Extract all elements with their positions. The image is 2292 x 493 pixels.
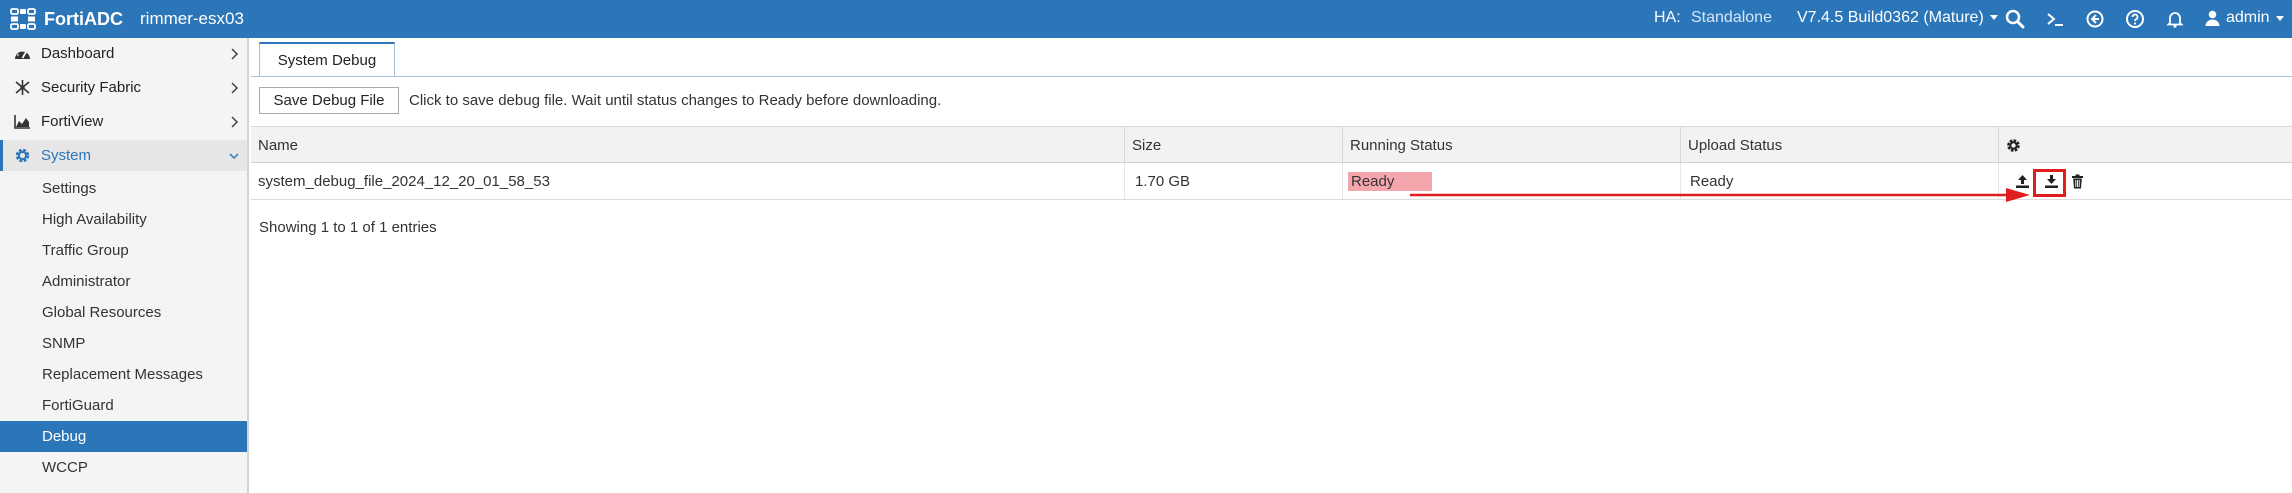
chevron-down-icon bbox=[229, 149, 239, 161]
sidebar-item-system[interactable]: System bbox=[0, 140, 247, 171]
column-header-name[interactable]: Name bbox=[251, 127, 1125, 163]
sidebar-subitem-global-resources[interactable]: Global Resources bbox=[0, 297, 247, 328]
hostname-label: rimmer-esx03 bbox=[140, 9, 244, 28]
sidebar-subitem-label: Global Resources bbox=[42, 304, 162, 321]
sidebar-item-dashboard[interactable]: Dashboard bbox=[0, 38, 247, 69]
column-header-upload-status[interactable]: Upload Status bbox=[1681, 127, 1999, 163]
sidebar-subitem-label: SNMP bbox=[42, 335, 86, 352]
sidebar-item-label: Dashboard bbox=[41, 45, 115, 62]
search-icon[interactable] bbox=[2003, 7, 2027, 31]
caret-down-icon bbox=[1989, 15, 1998, 21]
sidebar: Dashboard Security Fabric FortiView Syst… bbox=[0, 38, 249, 493]
save-hint-text: Click to save debug file. Wait until sta… bbox=[409, 92, 942, 109]
cell-name: system_debug_file_2024_12_20_01_58_53 bbox=[251, 163, 1125, 199]
sidebar-item-label: System bbox=[41, 147, 92, 164]
sidebar-item-label: FortiView bbox=[41, 113, 104, 130]
caret-down-icon bbox=[2275, 15, 2284, 21]
tab-divider bbox=[251, 76, 2292, 77]
sidebar-subitem-label: FortiGuard bbox=[42, 397, 114, 414]
security-fabric-icon bbox=[14, 80, 31, 95]
sidebar-subitem-label: WCCP bbox=[42, 459, 88, 476]
sidebar-subitem-wccp[interactable]: WCCP bbox=[0, 452, 247, 483]
version-label: V7.4.5 Build0362 (Mature) bbox=[1797, 9, 1984, 26]
user-icon bbox=[2205, 10, 2220, 26]
cli-console-icon[interactable] bbox=[2043, 7, 2067, 31]
sidebar-subitem-fortiguard[interactable]: FortiGuard bbox=[0, 390, 247, 421]
sidebar-subitem-replacement-messages[interactable]: Replacement Messages bbox=[0, 359, 247, 390]
delete-trash-icon[interactable] bbox=[2068, 172, 2086, 190]
ha-mode-link[interactable]: Standalone bbox=[1691, 9, 1772, 27]
sidebar-item-label: Security Fabric bbox=[41, 79, 142, 96]
column-settings-gear-icon[interactable] bbox=[1999, 127, 2292, 163]
column-header-running-status[interactable]: Running Status bbox=[1343, 127, 1681, 163]
gear-icon bbox=[14, 148, 31, 163]
save-debug-file-button[interactable]: Save Debug File bbox=[259, 87, 399, 114]
sidebar-subitem-label: Replacement Messages bbox=[42, 366, 203, 383]
sidebar-subitem-label: Settings bbox=[42, 180, 97, 197]
sidebar-item-security-fabric[interactable]: Security Fabric bbox=[0, 72, 247, 103]
sidebar-subitem-administrator[interactable]: Administrator bbox=[0, 266, 247, 297]
column-header-size[interactable]: Size bbox=[1125, 127, 1343, 163]
sidebar-subitem-high-availability[interactable]: High Availability bbox=[0, 204, 247, 235]
sidebar-subitem-debug[interactable]: Debug bbox=[0, 421, 247, 452]
fortinet-logo-icon[interactable] bbox=[10, 8, 36, 30]
sidebar-subitem-label: Administrator bbox=[42, 273, 131, 290]
notification-bell-icon[interactable] bbox=[2163, 7, 2187, 31]
cell-size: 1.70 GB bbox=[1125, 163, 1343, 199]
chevron-right-icon bbox=[229, 115, 239, 128]
logout-icon[interactable] bbox=[2083, 7, 2107, 31]
sidebar-subitem-label: Traffic Group bbox=[42, 242, 129, 259]
sidebar-subitem-snmp[interactable]: SNMP bbox=[0, 328, 247, 359]
tab-system-debug[interactable]: System Debug bbox=[259, 42, 395, 77]
ha-label: HA: bbox=[1654, 9, 1681, 26]
user-name: admin bbox=[2226, 9, 2270, 26]
sidebar-item-fortiview[interactable]: FortiView bbox=[0, 106, 247, 137]
annotation-arrow bbox=[1410, 188, 2030, 202]
user-menu[interactable]: admin bbox=[2205, 9, 2284, 27]
dashboard-icon bbox=[14, 46, 31, 61]
sidebar-subitem-settings[interactable]: Settings bbox=[0, 173, 247, 204]
sidebar-subitem-label: High Availability bbox=[42, 211, 147, 228]
download-highlight-box bbox=[2033, 169, 2066, 197]
sidebar-subitem-traffic-group[interactable]: Traffic Group bbox=[0, 235, 247, 266]
table-header: Name Size Running Status Upload Status bbox=[251, 126, 2292, 163]
brand-name: FortiADC bbox=[44, 8, 123, 29]
help-icon[interactable] bbox=[2123, 7, 2147, 31]
fortiview-chart-icon bbox=[14, 114, 31, 129]
top-navigation-bar: FortiADC rimmer-esx03 HA: Standalone V7.… bbox=[0, 0, 2292, 38]
version-dropdown[interactable]: V7.4.5 Build0362 (Mature) bbox=[1797, 9, 1998, 27]
table-entries-count: Showing 1 to 1 of 1 entries bbox=[259, 219, 437, 236]
chevron-right-icon bbox=[229, 47, 239, 60]
chevron-right-icon bbox=[229, 81, 239, 94]
sidebar-subitem-label: Debug bbox=[42, 428, 87, 445]
